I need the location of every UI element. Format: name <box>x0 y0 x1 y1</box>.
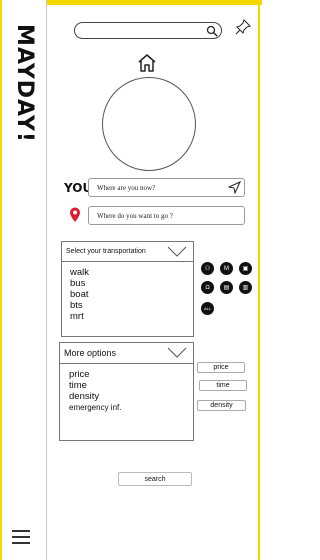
transportation-option-bts[interactable]: bts <box>70 300 193 311</box>
location-pin-icon <box>70 207 80 222</box>
more-options-label: More options <box>64 348 117 358</box>
all-mode-icon[interactable]: ALL <box>201 302 214 315</box>
boat-mode-icon[interactable]: ▤ <box>220 281 233 294</box>
train-mode-icon[interactable]: ▥ <box>239 281 252 294</box>
option-time[interactable]: time <box>69 380 193 391</box>
home-icon[interactable] <box>136 52 158 74</box>
app-screen: MAYDAY! YOU Where are you now? Where do … <box>0 0 262 560</box>
destination-field[interactable]: Where do you want to go ? <box>88 206 245 225</box>
transportation-select-label: Select your transportation <box>66 248 146 255</box>
pin-icon[interactable] <box>234 18 252 36</box>
chevron-down-icon[interactable] <box>167 347 187 358</box>
option-price[interactable]: price <box>69 369 193 380</box>
left-rail: MAYDAY! <box>2 0 47 560</box>
search-input[interactable] <box>74 22 222 39</box>
more-options-select[interactable]: More options price time density emergenc… <box>59 342 194 441</box>
search-icon[interactable] <box>206 25 218 37</box>
bts-mode-icon[interactable]: Ω <box>201 281 214 294</box>
more-options-list: price time density emergency inf. <box>69 369 193 413</box>
walk-mode-icon[interactable]: ⚇ <box>201 262 214 275</box>
transportation-option-mrt[interactable]: mrt <box>70 311 193 322</box>
transportation-select-header[interactable]: Select your transportation <box>62 242 193 262</box>
menu-icon[interactable] <box>12 530 30 544</box>
price-filter-button[interactable]: price <box>197 362 245 373</box>
transportation-option-boat[interactable]: boat <box>70 289 193 300</box>
density-filter-button[interactable]: density <box>197 400 246 411</box>
current-location-field[interactable]: Where are you now? <box>88 178 245 197</box>
option-emergency-info[interactable]: emergency inf. <box>69 402 193 413</box>
chevron-down-icon[interactable] <box>167 246 187 257</box>
avatar[interactable] <box>102 77 196 171</box>
transportation-option-walk[interactable]: walk <box>70 267 193 278</box>
bus-mode-icon[interactable]: ▣ <box>239 262 252 275</box>
transportation-options: walk bus boat bts mrt <box>70 267 193 322</box>
brand-wordmark: MAYDAY! <box>11 23 37 143</box>
navigation-arrow-icon[interactable] <box>228 181 241 194</box>
brand-logo: MAYDAY! <box>6 18 42 148</box>
option-density[interactable]: density <box>69 391 193 402</box>
more-options-header[interactable]: More options <box>60 343 193 364</box>
transportation-option-bus[interactable]: bus <box>70 278 193 289</box>
mrt-mode-icon[interactable]: M <box>220 262 233 275</box>
time-filter-button[interactable]: time <box>199 380 247 391</box>
search-button[interactable]: search <box>118 472 192 486</box>
transportation-select[interactable]: Select your transportation walk bus boat… <box>61 241 194 337</box>
